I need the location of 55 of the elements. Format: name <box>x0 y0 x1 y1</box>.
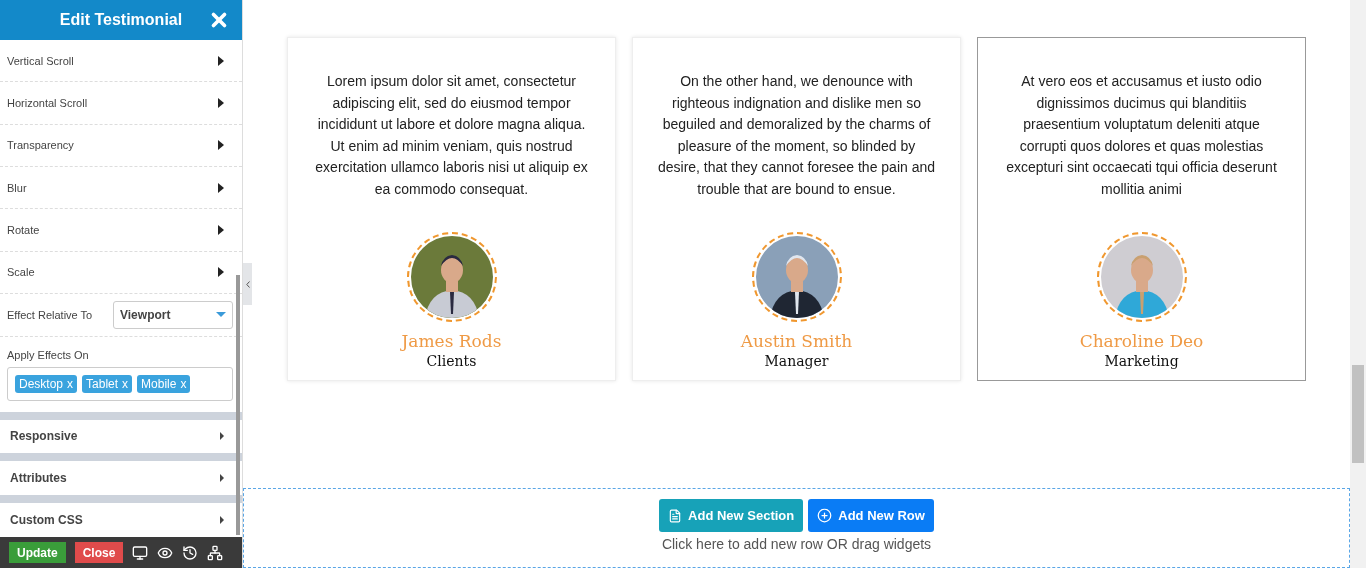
person-role: Clients <box>426 352 477 369</box>
effect-label: Rotate <box>7 223 40 236</box>
testimonial-card[interactable] <box>977 37 1306 381</box>
section-header[interactable]: Responsive <box>0 419 242 454</box>
person-name: Austin Smith <box>740 330 853 351</box>
section-label: Attributes <box>10 471 67 486</box>
expand-icon <box>218 224 224 235</box>
section-header[interactable]: Attributes <box>0 461 242 496</box>
effect-item[interactable]: Transparency <box>0 124 242 167</box>
chevron-left-icon <box>245 280 250 288</box>
desktop-icon[interactable] <box>132 544 149 561</box>
collapse-handle[interactable] <box>243 263 252 305</box>
section-label: Responsive <box>10 429 78 444</box>
expand-icon <box>218 55 224 66</box>
effect-label: Vertical Scroll <box>7 54 74 67</box>
person-name: James Rods <box>401 330 502 351</box>
testimonial-text: On the other hand, we denounce with righteous indignation and dislike men so beguiled and demoralized by the charms of pleasure of the moment, so blinded by desire, that they cannot foresee the pain and trouble that are bound to ensue. <box>657 72 936 199</box>
expand-icon <box>218 182 224 193</box>
expand-icon <box>218 97 224 108</box>
expand-icon <box>220 432 224 441</box>
expand-icon <box>220 474 224 483</box>
sitemap-icon[interactable] <box>207 544 224 561</box>
section-header[interactable]: Custom CSS <box>0 503 242 538</box>
testimonial-text: At vero eos et accusamus et iusto odio dignissimos ducimus qui blanditiis praesentium voluptatum deleniti atque corrupti quos dolores et quas molestias excepturi sint occaecati tqui officia deserunt mollitia animi <box>1005 72 1278 199</box>
expand-icon <box>218 267 224 278</box>
effect-label: Horizontal Scroll <box>7 96 88 109</box>
testimonial-text: Lorem ipsum dolor sit amet, consectetur adipiscing elit, sed do eiusmod tempor incididunt ut labore et dolore magna aliqua. Ut enim ad minim veniam, quis nostrud exercitation ullamco laboris nisi ut aliquip ex ea commodo consequat. <box>314 72 589 199</box>
panel-scrollbar[interactable] <box>236 275 240 535</box>
effect-item[interactable]: Vertical Scroll <box>0 39 242 83</box>
field-label: Effect Relative To <box>7 308 93 321</box>
scroll-thumb[interactable] <box>1352 365 1364 463</box>
page-scrollbar[interactable] <box>1350 0 1366 568</box>
section-label: Custom CSS <box>10 513 83 528</box>
history-icon[interactable] <box>182 544 199 561</box>
viewport-select[interactable]: Viewport <box>113 300 233 329</box>
drop-area[interactable]: Add New Section Add New Row Click here to add new row OR drag widgets <box>243 488 1350 568</box>
effect-item[interactable]: Horizontal Scroll <box>0 82 242 125</box>
effect-label: Scale <box>7 266 35 279</box>
plus-circle-icon <box>817 508 833 523</box>
effect-item[interactable]: Rotate <box>0 209 242 252</box>
person-role: Manager <box>764 352 829 369</box>
person-name: Charoline Deo <box>1079 330 1204 351</box>
drop-hint: Click here to add new row OR drag widgets <box>661 536 932 552</box>
document-icon <box>668 508 683 523</box>
add-row-button[interactable]: Add New Row <box>808 499 934 532</box>
caret-icon <box>216 312 226 318</box>
close-button[interactable]: Close <box>74 542 124 564</box>
expand-icon <box>220 516 224 525</box>
effect-item[interactable]: Blur <box>0 166 242 210</box>
effect-label: Transparency <box>7 139 74 152</box>
panel-title: Edit Testimonial <box>59 10 183 29</box>
field-label: Apply Effects On <box>7 348 90 361</box>
effect-label: Blur <box>7 181 27 194</box>
expand-icon <box>218 140 224 151</box>
person-role: Marketing <box>1104 352 1179 369</box>
